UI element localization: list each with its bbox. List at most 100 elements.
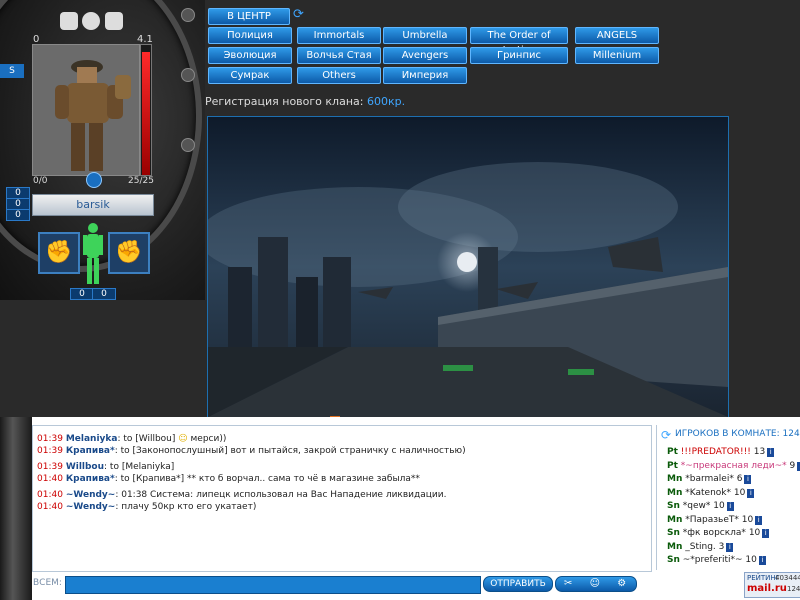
player-clan: Pt	[667, 460, 678, 471]
fist-right-icon[interactable]: ✊	[108, 232, 150, 274]
message-text: : плачу 50кр кто его укатает)	[115, 502, 257, 512]
chat-log[interactable]: 01:39 Melaniyka: to [Willbou] ☺ мерси)) 0…	[32, 425, 652, 572]
scissors-icon[interactable]: ✂	[564, 578, 572, 589]
exp-left: 0/0	[33, 176, 48, 186]
info-icon[interactable]: i	[755, 515, 763, 525]
chat-message: 01:40 Крапива*: to [Крапива*] ** кто б в…	[37, 474, 420, 484]
registration-cost: 600кр.	[366, 95, 406, 108]
clan-button[interactable]: Сумрак	[208, 67, 292, 84]
gear-icon[interactable]	[82, 12, 100, 30]
player-name[interactable]: ~*preferiti*~	[683, 555, 743, 565]
player-level: 10	[748, 528, 761, 538]
registration-text: Регистрация нового клана: 600кр.	[205, 95, 405, 108]
message-nick[interactable]: ~Wendy~	[66, 502, 116, 512]
character-panel: S 0 4.1 0/0 25/25 0 0 0 barsik ✊ ✊ 0 0	[0, 0, 205, 300]
chat-message: 01:39 Melaniyka: to [Willbou] ☺ мерси))	[37, 434, 226, 444]
message-time: 01:40	[37, 490, 63, 500]
clan-button[interactable]: Avengers	[383, 47, 467, 64]
body-silhouette-icon[interactable]	[83, 222, 103, 284]
clan-button[interactable]: Полиция	[208, 27, 292, 44]
player-clan: Mn	[667, 541, 683, 552]
fist-left-icon[interactable]: ✊	[38, 232, 80, 274]
player-level: 13	[753, 447, 766, 457]
info-icon[interactable]: i	[726, 502, 734, 511]
info-icon[interactable]: i	[744, 475, 752, 484]
clan-button[interactable]: Immortals	[297, 27, 381, 44]
player-name[interactable]: *barmalei*	[685, 474, 734, 484]
player-clan: Mn	[667, 487, 683, 498]
registration-label: Регистрация нового клана:	[205, 95, 364, 108]
stat-value: 0	[6, 209, 30, 221]
clan-button[interactable]: Umbrella	[383, 27, 467, 44]
smiley-icon[interactable]: ☺	[590, 578, 600, 589]
clan-button[interactable]: ANGELS	[575, 27, 659, 44]
info-icon[interactable]: i	[726, 542, 734, 552]
player-row[interactable]: Mn *Katenok* 10 i	[667, 487, 755, 498]
location-image	[207, 116, 729, 418]
message-text: : to [Законопослушный] вот и пытайся, за…	[114, 446, 466, 456]
character-portrait	[32, 44, 140, 176]
player-name[interactable]: *Katenok*	[685, 488, 731, 498]
message-text: : to [Willbou]	[117, 434, 176, 444]
close-icon[interactable]	[181, 8, 195, 22]
clan-button[interactable]: Волчья Стая	[297, 47, 381, 64]
refresh-icon[interactable]: ⟳	[293, 8, 307, 22]
message-nick[interactable]: Крапива*	[66, 474, 115, 484]
chat-all-label: ВСЕМ:	[33, 578, 62, 588]
clan-button[interactable]: Millenium	[575, 47, 659, 64]
message-nick[interactable]: Melaniyka	[66, 434, 118, 444]
message-nick[interactable]: Willbou	[66, 462, 104, 472]
info-icon[interactable]: i	[767, 448, 775, 457]
chat-input[interactable]	[65, 576, 481, 594]
round-button[interactable]	[181, 138, 195, 152]
clan-button[interactable]: Others	[297, 67, 381, 84]
player-row[interactable]: Pt !!!PREDATOR!!! 13 i	[667, 447, 775, 457]
player-row[interactable]: Mn *barmalei* 6i	[667, 474, 752, 484]
player-clan: Mn	[667, 514, 683, 525]
player-name[interactable]: *qew*	[683, 501, 711, 511]
message-nick[interactable]: ~Wendy~	[66, 490, 116, 500]
clan-button[interactable]: Эволюция	[208, 47, 292, 64]
clan-button[interactable]: Империя	[383, 67, 467, 84]
player-clan: Sn	[667, 501, 680, 511]
person-icon[interactable]	[60, 12, 78, 30]
player-row[interactable]: Sn *qew* 10 i	[667, 501, 734, 511]
message-text: : to [Melaniyka]	[104, 462, 175, 472]
message-nick[interactable]: Крапива*	[66, 446, 115, 456]
refresh-icon[interactable]: ⟳	[661, 428, 671, 442]
rating-widget[interactable]: РЕЙТИНГ 403444 mail.ru 124	[744, 572, 800, 598]
rating-sub: 124	[787, 585, 800, 593]
smiley-icon: ☺	[175, 434, 191, 444]
chat-message: 01:40 ~Wendy~: плачу 50кр кто его укатае…	[37, 502, 256, 512]
to-center-button[interactable]: В ЦЕНТР	[208, 8, 290, 25]
player-name[interactable]: *ПаразьеТ*	[685, 515, 739, 525]
side-tab[interactable]: S	[0, 64, 24, 78]
player-name[interactable]: *фк ворскла*	[683, 528, 746, 538]
info-icon[interactable]: i	[747, 488, 755, 498]
player-row[interactable]: Mn *ПаразьеТ* 10 i	[667, 514, 763, 525]
info-icon[interactable]: i	[758, 556, 766, 565]
players-header-label: ИГРОКОВ В КОМНАТЕ:	[675, 429, 780, 439]
exp-right: 25/25	[128, 176, 154, 186]
player-clan: Pt	[667, 447, 678, 457]
chat-tools: ✂ ☺ ⚙	[555, 576, 637, 592]
character-name[interactable]: barsik	[32, 194, 154, 216]
clan-button[interactable]: Гринпис	[470, 47, 568, 64]
player-name[interactable]: !!!PREDATOR!!!	[681, 447, 751, 457]
player-level: 10	[745, 555, 757, 565]
globe-icon[interactable]	[86, 172, 102, 188]
chat-message: 01:39 Крапива*: to [Законопослушный] вот…	[37, 446, 466, 456]
info-icon[interactable]: i	[762, 529, 770, 538]
round-button[interactable]	[181, 68, 195, 82]
hand-icon[interactable]	[105, 12, 123, 30]
player-row[interactable]: Mn _Sting. 3i	[667, 541, 734, 552]
clan-button[interactable]: The Order of Justice	[470, 27, 568, 56]
player-name[interactable]: *~прекрасная леди~*	[681, 461, 787, 471]
player-row[interactable]: Pt *~прекрасная леди~* 9i	[667, 461, 800, 471]
player-name[interactable]: _Sting.	[685, 542, 716, 552]
send-button[interactable]: ОТПРАВИТЬ	[483, 576, 553, 592]
player-row[interactable]: Sn *фк ворскла* 10 i	[667, 528, 770, 538]
player-row[interactable]: Sn ~*preferiti*~ 10 i	[667, 555, 766, 565]
players-count: 124	[782, 429, 800, 439]
settings-icon[interactable]: ⚙	[617, 578, 626, 589]
